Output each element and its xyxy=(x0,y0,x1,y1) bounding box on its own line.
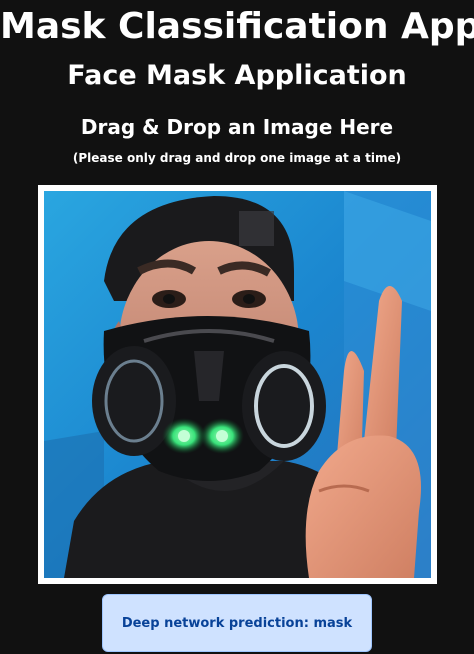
prediction-text: Deep network prediction: mask xyxy=(121,615,353,631)
prediction-alert: Deep network prediction: mask xyxy=(102,594,372,652)
drop-instructions: (Please only drag and drop one image at … xyxy=(72,151,402,165)
uploaded-photo xyxy=(44,191,431,578)
app-title: Mask Classification App xyxy=(0,6,474,47)
image-preview xyxy=(44,191,431,578)
app-subtitle: Face Mask Application xyxy=(67,60,407,91)
image-drop-zone[interactable] xyxy=(38,185,437,584)
drop-heading: Drag & Drop an Image Here xyxy=(80,115,394,139)
